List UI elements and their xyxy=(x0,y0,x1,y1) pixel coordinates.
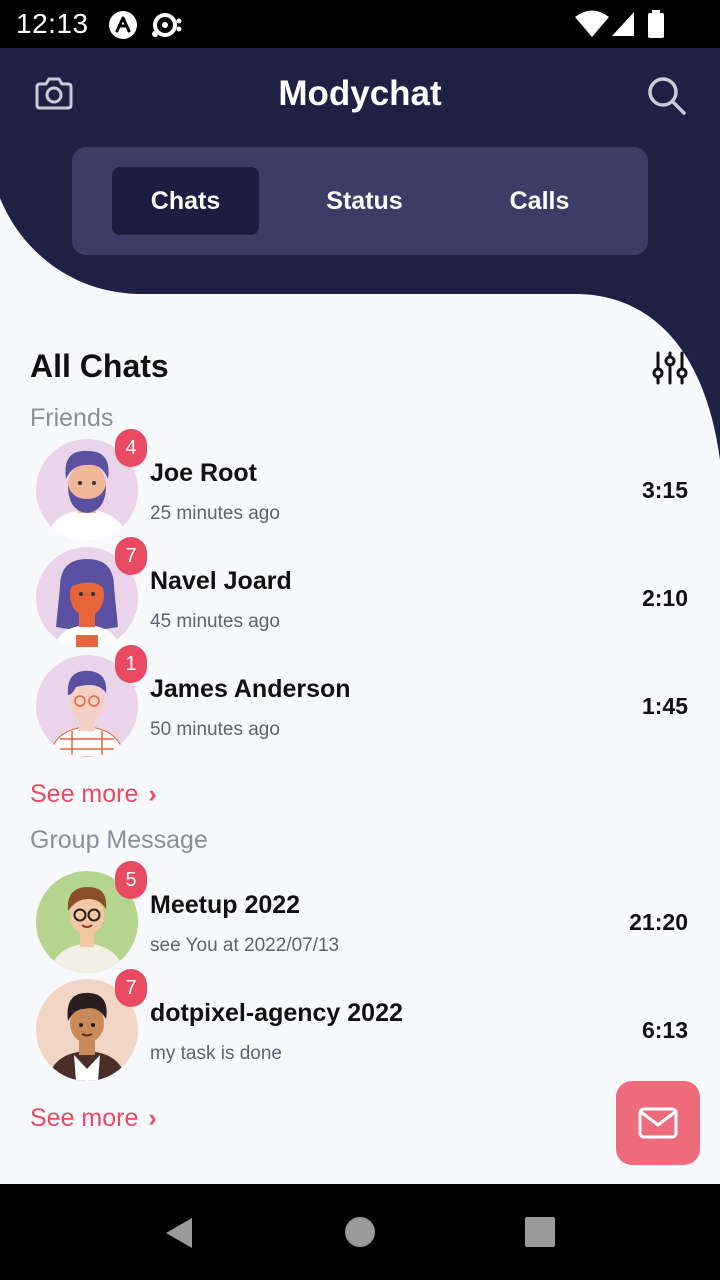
unread-badge: 7 xyxy=(115,537,147,575)
react-native-icon xyxy=(109,11,137,39)
see-more-label: See more xyxy=(30,1104,139,1132)
tab-chats[interactable]: Chats xyxy=(112,167,259,235)
recents-icon[interactable] xyxy=(524,1216,556,1248)
chat-item-dotpixel-agency-2022[interactable]: 7 dotpixel-agency 2022 my task is done 6… xyxy=(30,969,700,1083)
filter-button[interactable] xyxy=(652,350,688,386)
chat-name: Meetup 2022 xyxy=(150,891,301,919)
compose-message-button[interactable] xyxy=(616,1081,700,1165)
chat-time: 1:45 xyxy=(641,693,688,719)
chat-item-navel-joard[interactable]: 7 Navel Joard 45 minutes ago 2:10 xyxy=(30,537,700,651)
tab-bar: Chats Status Calls xyxy=(72,147,648,255)
chat-subtitle: 25 minutes ago xyxy=(150,503,280,524)
chat-item-james-anderson[interactable]: 1 James Anderson 50 minutes ago 1:45 xyxy=(30,645,700,759)
chat-name: Joe Root xyxy=(150,459,257,487)
sync-icon xyxy=(152,13,182,37)
chat-item-meetup-2022[interactable]: 5 Meetup 2022 see You at 2022/07/13 21:2… xyxy=(30,861,700,975)
see-more-label: See more xyxy=(30,780,139,808)
chat-name: dotpixel-agency 2022 xyxy=(150,999,403,1027)
chat-time: 21:20 xyxy=(629,909,688,935)
unread-badge: 7 xyxy=(115,969,147,1007)
chat-subtitle: 45 minutes ago xyxy=(150,611,280,632)
battery-icon xyxy=(648,10,664,38)
chevron-right-icon: › xyxy=(148,1104,157,1132)
status-time: 12:13 xyxy=(16,8,89,39)
system-navigation-bar xyxy=(0,1184,720,1280)
tab-status[interactable]: Status xyxy=(292,167,437,235)
chat-item-joe-root[interactable]: 4 Joe Root 25 minutes ago 3:15 xyxy=(30,429,700,543)
see-more-groups-link[interactable]: See more › xyxy=(30,1104,157,1133)
chat-time: 2:10 xyxy=(641,585,688,611)
back-icon[interactable] xyxy=(162,1216,196,1250)
search-icon xyxy=(648,77,686,115)
mail-icon xyxy=(638,1107,678,1139)
app-title: Modychat xyxy=(278,74,442,113)
chat-time: 6:13 xyxy=(641,1017,688,1043)
see-more-friends-link[interactable]: See more › xyxy=(30,780,157,809)
cellular-signal-icon xyxy=(612,12,634,36)
home-icon[interactable] xyxy=(344,1216,376,1248)
chat-name: Navel Joard xyxy=(150,567,292,595)
group-message-label: Group Message xyxy=(30,826,208,854)
unread-badge: 4 xyxy=(115,429,147,467)
wifi-icon xyxy=(575,10,609,37)
status-bar: 12:13 xyxy=(0,0,720,48)
chat-name: James Anderson xyxy=(150,675,351,703)
page-title: All Chats xyxy=(30,348,169,384)
chat-subtitle: my task is done xyxy=(150,1043,282,1064)
chevron-right-icon: › xyxy=(148,780,157,808)
chat-subtitle: 50 minutes ago xyxy=(150,719,280,740)
sliders-icon xyxy=(652,351,688,385)
unread-badge: 5 xyxy=(115,861,147,899)
search-button[interactable] xyxy=(645,74,687,116)
chat-time: 3:15 xyxy=(641,477,688,503)
unread-badge: 1 xyxy=(115,645,147,683)
friends-label: Friends xyxy=(30,404,114,432)
chat-subtitle: see You at 2022/07/13 xyxy=(150,935,340,956)
tab-calls[interactable]: Calls xyxy=(467,167,612,235)
